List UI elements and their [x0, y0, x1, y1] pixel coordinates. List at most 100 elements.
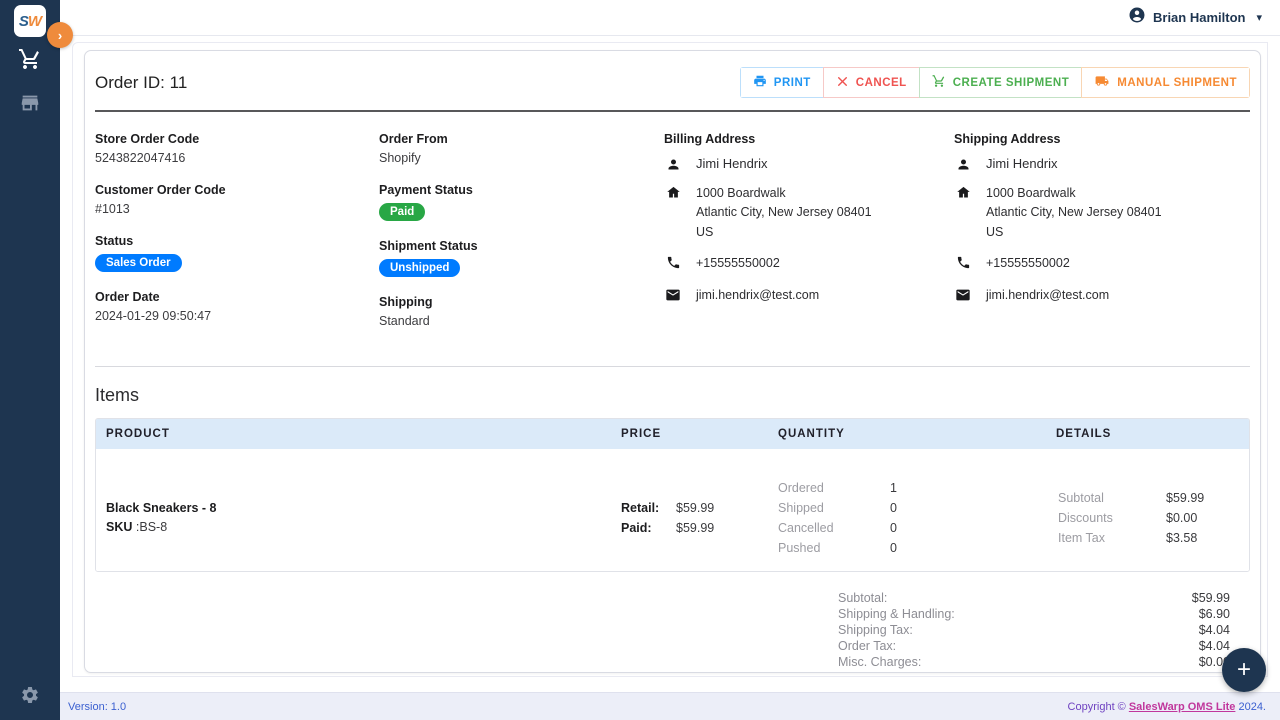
- total-row-subtotal: Subtotal: $59.99: [838, 590, 1230, 606]
- qty-cancelled-value: 0: [890, 521, 897, 535]
- status-badge: Sales Order: [95, 254, 182, 272]
- detail-itemtax-value: $3.58: [1166, 531, 1198, 545]
- billing-name: Jimi Hendrix: [696, 156, 768, 171]
- printer-icon: [753, 74, 767, 91]
- person-icon: [664, 156, 682, 172]
- qty-shipped-label: Shipped: [778, 501, 824, 515]
- user-menu[interactable]: Brian Hamilton ▾: [1128, 6, 1262, 29]
- total-label: Misc. Charges:: [838, 655, 922, 669]
- field-label: Customer Order Code: [95, 183, 226, 197]
- cell-product: Black Sneakers - 8 SKU :BS-8: [106, 463, 621, 555]
- detail-subtotal-value: $59.99: [1166, 491, 1205, 505]
- items-table: PRODUCT PRICE QUANTITY DETAILS Black Sne…: [95, 418, 1250, 572]
- field-label: Payment Status: [379, 183, 473, 197]
- table-row: Black Sneakers - 8 SKU :BS-8 Retail: $59…: [96, 449, 1249, 571]
- field-label: Shipping: [379, 295, 433, 309]
- person-icon: [954, 156, 972, 172]
- cell-price: Retail: $59.99 Paid: $59.99: [621, 463, 778, 555]
- total-value: $59.99: [1191, 591, 1230, 605]
- app-root: SW › Brian Hamilton ▾ Order ID: 11 PRINT…: [0, 0, 1280, 720]
- field-value: 2024-01-29 09:50:47: [95, 309, 212, 323]
- billing-address-title: Billing Address: [664, 132, 756, 146]
- cancel-button[interactable]: CANCEL: [822, 67, 919, 98]
- price-retail-label: Retail:: [621, 501, 660, 515]
- column-header-quantity: QUANTITY: [778, 428, 845, 440]
- field-value: Shopify: [379, 151, 421, 165]
- billing-name-row: Jimi Hendrix: [664, 156, 954, 172]
- field-label: Status: [95, 234, 134, 248]
- total-row-misc-charges: Misc. Charges: $0.00: [838, 654, 1230, 670]
- page-title: Order ID: 11: [95, 72, 188, 92]
- shipping-phone-row: +15555550002: [954, 254, 1254, 273]
- manual-shipment-button[interactable]: MANUAL SHIPMENT: [1081, 67, 1250, 98]
- sidebar-toggle-button[interactable]: ›: [47, 22, 73, 48]
- field-shipment-status: Shipment Status Unshipped: [379, 239, 664, 277]
- product-sku: SKU :BS-8: [106, 520, 621, 534]
- version-label: Version: 1.0: [68, 700, 127, 713]
- order-info-column-2: Order From Shopify Payment Status Paid S…: [379, 132, 664, 346]
- field-value: Standard: [379, 314, 430, 328]
- shipping-address-block: Shipping Address Jimi Hendrix 1000 Board…: [954, 132, 1254, 346]
- total-label: Discount:: [838, 671, 890, 672]
- qty-pushed-label: Pushed: [778, 541, 821, 555]
- add-button[interactable]: +: [1222, 648, 1266, 692]
- total-label-wrap: Discount: ?: [838, 671, 911, 672]
- qty-pushed-value: 0: [890, 541, 897, 555]
- cart-icon: [932, 74, 946, 91]
- topbar: Brian Hamilton ▾: [60, 0, 1280, 36]
- phone-icon: [664, 254, 682, 270]
- shipping-line2: Atlantic City, New Jersey 08401: [986, 205, 1162, 220]
- store-icon: [19, 92, 41, 114]
- qty-shipped-value: 0: [890, 501, 897, 515]
- detail-subtotal-label: Subtotal: [1058, 491, 1104, 505]
- field-status: Status Sales Order: [95, 234, 379, 272]
- saleswarp-link[interactable]: SalesWarp OMS Lite: [1129, 701, 1236, 713]
- phone-icon: [954, 254, 972, 270]
- cell-quantity: Ordered 1 Shipped 0 Cancelled 0 Pushed 0: [778, 463, 1056, 555]
- print-button[interactable]: PRINT: [739, 67, 823, 98]
- payment-status-badge: Paid: [379, 203, 426, 221]
- sidebar-item-stores[interactable]: [0, 81, 60, 125]
- shipping-line3: US: [986, 224, 1004, 239]
- qty-cancelled-label: Cancelled: [778, 521, 834, 535]
- total-label: Shipping & Handling:: [838, 607, 955, 621]
- total-row-discount: Discount: ? $5.99: [838, 670, 1230, 672]
- billing-line1: 1000 Boardwalk: [696, 186, 786, 200]
- total-value: $6.90: [1198, 607, 1230, 621]
- field-payment-status: Payment Status Paid: [379, 183, 664, 221]
- brand-logo[interactable]: SW: [14, 5, 46, 37]
- mail-icon: [664, 286, 682, 303]
- billing-address-row: 1000 Boardwalk Atlantic City, New Jersey…: [664, 184, 954, 242]
- sku-label: SKU: [106, 520, 133, 534]
- cancel-label: CANCEL: [855, 76, 907, 89]
- shipping-email: jimi.hendrix@test.com: [986, 287, 1110, 302]
- detail-discounts-label: Discounts: [1058, 511, 1113, 525]
- detail-itemtax-label: Item Tax: [1058, 531, 1106, 545]
- order-actions: PRINT CANCEL CREATE SHIPMENT MANUAL SHIP…: [739, 67, 1250, 98]
- total-value: $4.04: [1198, 639, 1230, 653]
- shipping-address-row: 1000 Boardwalk Atlantic City, New Jersey…: [954, 184, 1254, 242]
- detail-discounts-value: $0.00: [1166, 511, 1198, 525]
- gear-icon: [20, 685, 40, 710]
- help-icon[interactable]: ?: [897, 671, 911, 672]
- total-label: Shipping Tax:: [838, 623, 913, 637]
- shipping-line1: 1000 Boardwalk: [986, 186, 1076, 200]
- field-store-order-code: Store Order Code 5243822047416: [95, 132, 379, 165]
- brand-logo-s: S: [18, 12, 29, 30]
- create-shipment-button[interactable]: CREATE SHIPMENT: [918, 67, 1082, 98]
- shipping-email-row: jimi.hendrix@test.com: [954, 286, 1254, 305]
- truck-icon: [1094, 74, 1110, 91]
- items-table-header: PRODUCT PRICE QUANTITY DETAILS: [96, 419, 1249, 449]
- billing-email-row: jimi.hendrix@test.com: [664, 286, 954, 305]
- close-icon: [836, 75, 849, 91]
- shipping-address-title: Shipping Address: [954, 132, 1061, 146]
- shipping-phone: +15555550002: [986, 256, 1070, 271]
- field-label: Order Date: [95, 290, 160, 304]
- field-label: Shipment Status: [379, 239, 478, 253]
- total-label: Subtotal:: [838, 591, 888, 605]
- print-label: PRINT: [773, 76, 811, 89]
- qty-ordered-label: Ordered: [778, 481, 824, 495]
- shipping-name-row: Jimi Hendrix: [954, 156, 1254, 172]
- card-header: Order ID: 11 PRINT CANCEL CREATE SHIPMEN…: [85, 51, 1260, 110]
- sidebar-item-settings[interactable]: [0, 674, 60, 720]
